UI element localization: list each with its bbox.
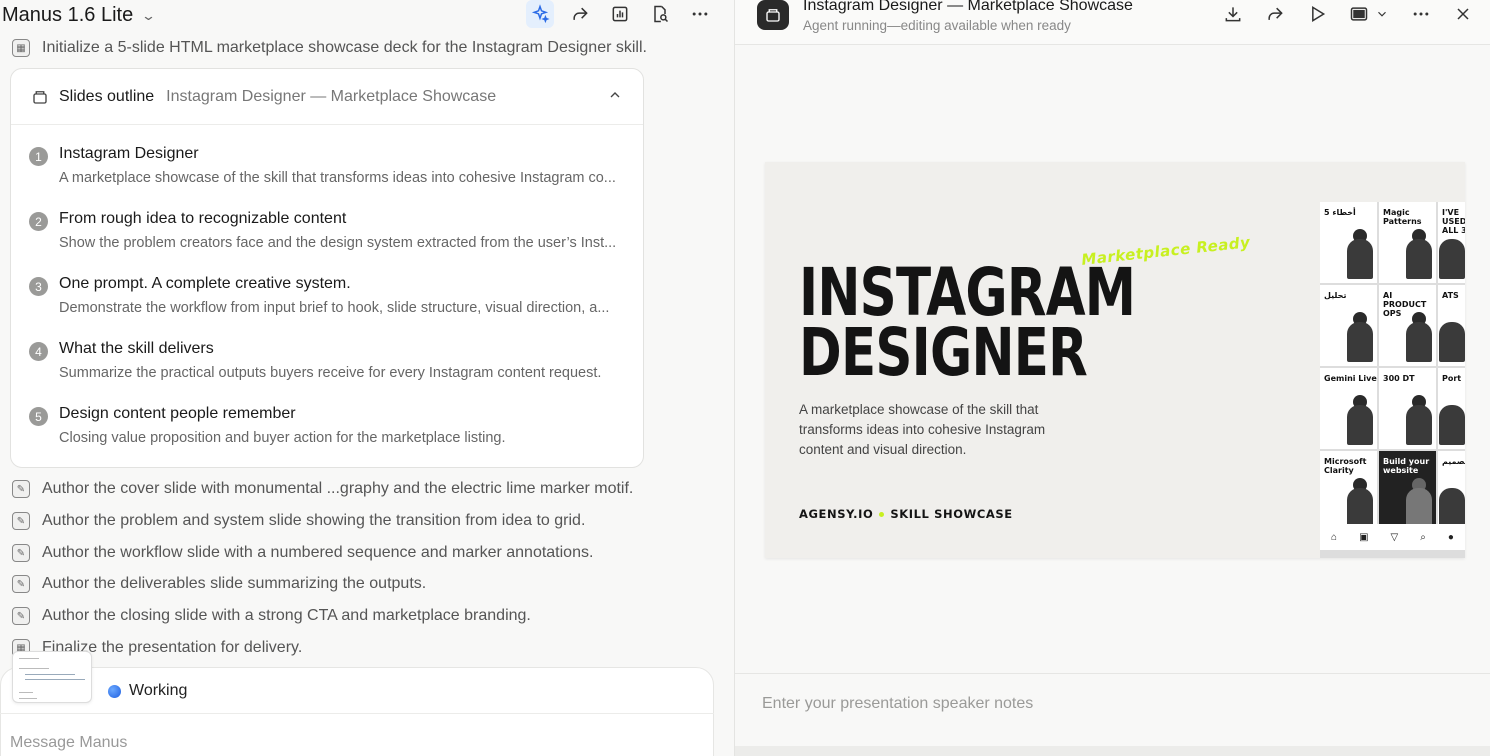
grid-tile: 300 DT: [1379, 368, 1436, 449]
sparkle-icon[interactable]: [526, 0, 554, 28]
instagram-grid: 5 أخطاء Magic Patterns I'VE USED ALL 3 ت…: [1320, 202, 1465, 558]
brand-tag: SKILL SHOWCASE: [890, 507, 1013, 521]
edit-icon: ✎: [12, 512, 30, 530]
share-icon[interactable]: [566, 0, 594, 28]
slide-brand: AGENSY.IO SKILL SHOWCASE: [799, 507, 1013, 521]
task-step: ✎ Author the closing slide with a strong…: [12, 607, 531, 625]
slide-preview[interactable]: INSTAGRAM DESIGNER Marketplace Ready A m…: [765, 162, 1465, 558]
document-search-icon[interactable]: [646, 0, 674, 28]
outline-desc: Demonstrate the workflow from input brie…: [59, 300, 610, 316]
outline-desc: Closing value proposition and buyer acti…: [59, 430, 506, 446]
grid-tile: Microsoft Clarity: [1320, 451, 1377, 532]
status-indicator: Working: [108, 682, 187, 700]
outline-title: One prompt. A complete creative system.: [59, 275, 351, 292]
outline-number: 5: [29, 407, 48, 426]
edit-icon: ✎: [12, 607, 30, 625]
task-step: ▦ Initialize a 5-slide HTML marketplace …: [12, 39, 647, 57]
marker-annotation: Marketplace Ready: [1080, 233, 1252, 269]
message-input[interactable]: [10, 734, 700, 752]
edit-icon: ✎: [12, 544, 30, 562]
reels-icon: ▣: [1359, 531, 1369, 543]
outline-title: Design content people remember: [59, 405, 296, 422]
outline-title: What the skill delivers: [59, 340, 214, 357]
home-icon: ⌂: [1331, 531, 1338, 543]
grid-tile: ATS: [1438, 285, 1465, 366]
grid-icon: ▦: [12, 39, 30, 57]
outline-label: Slides outline: [59, 87, 155, 105]
outline-title: From rough idea to recognizable content: [59, 210, 347, 227]
chat-topbar: Manus 1.6 Lite ⌄: [0, 0, 734, 32]
slides-outline-card: Slides outline Instagram Designer — Mark…: [10, 68, 644, 468]
outline-number: 4: [29, 342, 48, 361]
preview-title: Instagram Designer — Marketplace Showcas…: [803, 0, 1133, 14]
working-dot-icon: [108, 684, 121, 698]
step-text: Author the cover slide with monumental .…: [42, 480, 634, 497]
slides-outline-header[interactable]: Slides outline Instagram Designer — Mark…: [11, 69, 643, 125]
share-icon[interactable]: [1263, 2, 1287, 26]
grid-tile: Port: [1438, 368, 1465, 449]
stack-icon: [33, 90, 47, 104]
speaker-notes-input[interactable]: [762, 695, 1462, 713]
search-icon: ⌕: [1420, 531, 1426, 543]
step-text: Author the workflow slide with a numbere…: [42, 544, 594, 561]
bottom-bar: [735, 746, 1490, 756]
play-icon[interactable]: [1305, 2, 1329, 26]
avatar: ●: [1447, 531, 1454, 543]
chevron-up-icon[interactable]: [607, 87, 623, 106]
divider: [0, 713, 714, 714]
chevron-down-icon: ⌄: [141, 7, 157, 23]
instagram-nav-bar: ⌂ ▣ ▽ ⌕ ●: [1320, 524, 1465, 550]
send-icon: ▽: [1390, 531, 1399, 543]
present-mode-dropdown[interactable]: [1347, 2, 1391, 26]
status-label: Working: [129, 682, 188, 699]
outline-desc: Show the problem creators face and the d…: [59, 235, 617, 251]
step-text: Author the problem and system slide show…: [42, 512, 586, 529]
step-text: Author the deliverables slide summarizin…: [42, 575, 427, 592]
model-selector[interactable]: Manus 1.6 Lite ⌄: [2, 4, 157, 27]
download-icon[interactable]: [1221, 2, 1245, 26]
task-step: ✎ Author the cover slide with monumental…: [12, 480, 633, 498]
outline-desc: Summarize the practical outputs buyers r…: [59, 365, 602, 381]
grid-tile: Gemini Live: [1320, 368, 1377, 449]
slide-heading-line2: DESIGNER: [799, 314, 1088, 391]
slide-description: A marketplace showcase of the skill that…: [799, 402, 1046, 457]
edit-icon: ✎: [12, 480, 30, 498]
task-step: ✎ Author the workflow slide with a numbe…: [12, 544, 593, 562]
task-step: ✎ Author the problem and system slide sh…: [12, 512, 585, 530]
outline-number: 2: [29, 212, 48, 231]
lime-dot-icon: [879, 511, 885, 517]
preview-panel: Instagram Designer — Marketplace Showcas…: [734, 0, 1490, 756]
grid-tile: Magic Patterns: [1379, 202, 1436, 283]
close-icon[interactable]: [1451, 2, 1475, 26]
preview-status: Agent running—editing available when rea…: [803, 18, 1071, 33]
chart-icon[interactable]: [606, 0, 634, 28]
step-text: Initialize a 5-slide HTML marketplace sh…: [42, 39, 647, 56]
slides-app-icon: [757, 0, 789, 30]
edit-icon: ✎: [12, 575, 30, 593]
grid-tile: 5 أخطاء: [1320, 202, 1377, 283]
chevron-down-icon: [1378, 11, 1386, 17]
model-name: Manus 1.6 Lite: [2, 4, 134, 26]
step-text: Author the closing slide with a strong C…: [42, 607, 531, 624]
more-icon[interactable]: [1409, 2, 1433, 26]
present-icon: [1350, 7, 1368, 21]
divider: [735, 673, 1490, 674]
more-icon[interactable]: [686, 0, 714, 28]
outline-title: Instagram Designer: [59, 145, 199, 162]
grid-tile: AI PRODUCT OPS: [1379, 285, 1436, 366]
brand-name: AGENSY.IO: [799, 507, 874, 521]
grid-tile: Build your website: [1379, 451, 1436, 532]
computer-preview-thumbnail[interactable]: [12, 651, 92, 703]
outline-number: 3: [29, 277, 48, 296]
preview-header: Instagram Designer — Marketplace Showcas…: [735, 0, 1490, 45]
chat-panel: Manus 1.6 Lite ⌄ ▦ Initialize a 5-slide …: [0, 0, 734, 756]
grid-tile: تصميم: [1438, 451, 1465, 532]
task-step: ✎ Author the deliverables slide summariz…: [12, 575, 426, 593]
grid-tile: I'VE USED ALL 3: [1438, 202, 1465, 283]
outline-desc: A marketplace showcase of the skill that…: [59, 170, 616, 186]
outline-number: 1: [29, 147, 48, 166]
outline-subtitle: Instagram Designer — Marketplace Showcas…: [166, 87, 497, 105]
grid-tile: تحليل: [1320, 285, 1377, 366]
